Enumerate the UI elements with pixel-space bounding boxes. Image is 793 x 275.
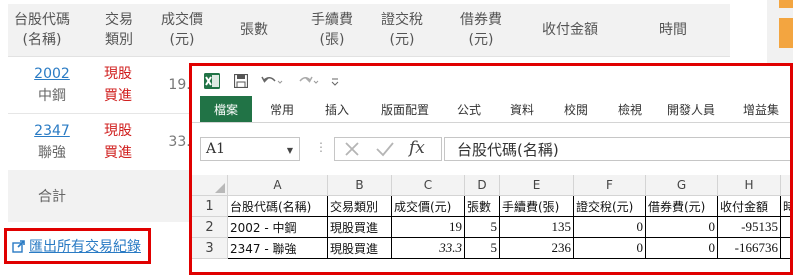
- tab-formulas[interactable]: 公式: [446, 96, 492, 122]
- cell[interactable]: 0: [646, 238, 718, 259]
- formula-bar: A1 ▼ ⋮ fx 台股代碼(名稱): [192, 132, 790, 166]
- header-time: 時間: [659, 22, 687, 38]
- select-all-icon: [215, 183, 225, 193]
- stock-code-link[interactable]: 2002: [34, 63, 70, 85]
- row-header[interactable]: 3: [192, 238, 228, 259]
- cell[interactable]: 手續費(張): [500, 196, 574, 217]
- column-header[interactable]: F: [574, 175, 646, 196]
- column-header[interactable]: [781, 175, 790, 196]
- formula-buttons: fx: [334, 137, 442, 161]
- chevron-down-icon[interactable]: ▼: [287, 146, 293, 155]
- stock-cell: 2347 聯強: [22, 114, 82, 170]
- cell[interactable]: 證交稅(元): [574, 196, 646, 217]
- insert-function-icon[interactable]: fx: [409, 138, 425, 158]
- stock-name: 聯強: [38, 145, 66, 161]
- stock-name: 中鋼: [38, 88, 66, 104]
- trade-type-cell: 現股 買進: [104, 123, 132, 161]
- cell[interactable]: 0: [574, 217, 646, 238]
- customize-toolbar-icon[interactable]: [329, 72, 341, 90]
- cell[interactable]: 時: [781, 196, 790, 217]
- cell[interactable]: 借券費(元): [646, 196, 718, 217]
- column-header[interactable]: G: [646, 175, 718, 196]
- row-header[interactable]: 2: [192, 217, 228, 238]
- select-all-corner[interactable]: [192, 175, 228, 196]
- redo-icon[interactable]: [296, 72, 320, 90]
- tab-page-layout[interactable]: 版面配置: [368, 96, 442, 122]
- more-options-icon: ⋮: [315, 140, 327, 154]
- ribbon-tabs: 檔案 常用 插入 版面配置 公式 資料 校閱 檢視 開發人員 增益集: [192, 96, 790, 123]
- total-label: 合計: [38, 189, 66, 205]
- tab-view[interactable]: 檢視: [606, 96, 654, 122]
- cell[interactable]: 135: [500, 217, 574, 238]
- export-link-label[interactable]: 匯出所有交易紀錄: [29, 236, 141, 256]
- cell[interactable]: 0: [574, 238, 646, 259]
- trade-type-cell: 現股 買進: [104, 66, 132, 104]
- column-header[interactable]: A: [228, 175, 328, 196]
- tab-developer[interactable]: 開發人員: [658, 96, 724, 122]
- tab-add-ins[interactable]: 增益集: [732, 96, 790, 122]
- stock-cell: 2002 中鋼: [22, 57, 82, 113]
- cell[interactable]: 2347 - 聯強: [228, 238, 328, 259]
- tab-file[interactable]: 檔案: [200, 96, 252, 122]
- quick-access-toolbar: [192, 66, 790, 96]
- row-header[interactable]: 1: [192, 196, 228, 217]
- cell[interactable]: -95135: [718, 217, 781, 238]
- header-tax: 證交稅 (元): [381, 12, 423, 48]
- column-header[interactable]: H: [718, 175, 781, 196]
- column-header[interactable]: B: [328, 175, 392, 196]
- enter-icon[interactable]: [375, 140, 395, 162]
- cancel-icon[interactable]: [343, 140, 361, 162]
- cell[interactable]: 2002 - 中鋼: [228, 217, 328, 238]
- header-lots: 張數: [240, 22, 268, 38]
- column-header[interactable]: E: [500, 175, 574, 196]
- cell[interactable]: 張數: [465, 196, 500, 217]
- formula-input[interactable]: 台股代碼(名稱): [444, 137, 790, 161]
- cell[interactable]: [781, 238, 790, 259]
- tab-home[interactable]: 常用: [254, 96, 310, 122]
- stock-code-link[interactable]: 2347: [34, 120, 70, 142]
- excel-window: 檔案 常用 插入 版面配置 公式 資料 校閱 檢視 開發人員 增益集 A1 ▼ …: [189, 63, 793, 275]
- name-box[interactable]: A1 ▼: [200, 137, 300, 161]
- cell[interactable]: 交易類別: [328, 196, 392, 217]
- header-fee: 手續費 (張): [311, 12, 353, 48]
- cell[interactable]: 現股買進: [328, 217, 392, 238]
- tab-data[interactable]: 資料: [498, 96, 546, 122]
- cell[interactable]: 0: [646, 217, 718, 238]
- cell[interactable]: 現股買進: [328, 238, 392, 259]
- header-settlement: 收付金額: [542, 22, 598, 38]
- column-header[interactable]: D: [465, 175, 500, 196]
- table-header: 台股代碼 (名稱) 交易 類別 成交價 (元) 張數 手續費 (張) 證交稅 (…: [8, 4, 730, 57]
- cell[interactable]: 成交價(元): [392, 196, 465, 217]
- cell[interactable]: 33.3: [392, 238, 465, 259]
- header-price: 成交價 (元): [161, 12, 203, 48]
- save-icon[interactable]: [232, 72, 250, 90]
- external-share-icon: [12, 239, 26, 253]
- header-borrow-fee: 借券費 (元): [460, 12, 502, 48]
- tab-insert[interactable]: 插入: [312, 96, 362, 122]
- cell[interactable]: [781, 217, 790, 238]
- tab-review[interactable]: 校閱: [552, 96, 600, 122]
- cell[interactable]: 5: [465, 238, 500, 259]
- cell[interactable]: 19: [392, 217, 465, 238]
- accent-block: [779, 0, 793, 8]
- undo-icon[interactable]: [260, 72, 284, 90]
- cell[interactable]: -166736: [718, 238, 781, 259]
- cell[interactable]: 台股代碼(名稱): [228, 196, 328, 217]
- accent-block: [779, 18, 793, 48]
- export-all-trades-link[interactable]: 匯出所有交易紀錄: [4, 228, 151, 264]
- cell[interactable]: 收付金額: [718, 196, 781, 217]
- excel-logo-icon: [202, 72, 222, 90]
- column-header[interactable]: C: [392, 175, 465, 196]
- cell[interactable]: 5: [465, 217, 500, 238]
- cell[interactable]: 236: [500, 238, 574, 259]
- header-stock-code: 台股代碼 (名稱): [14, 12, 70, 48]
